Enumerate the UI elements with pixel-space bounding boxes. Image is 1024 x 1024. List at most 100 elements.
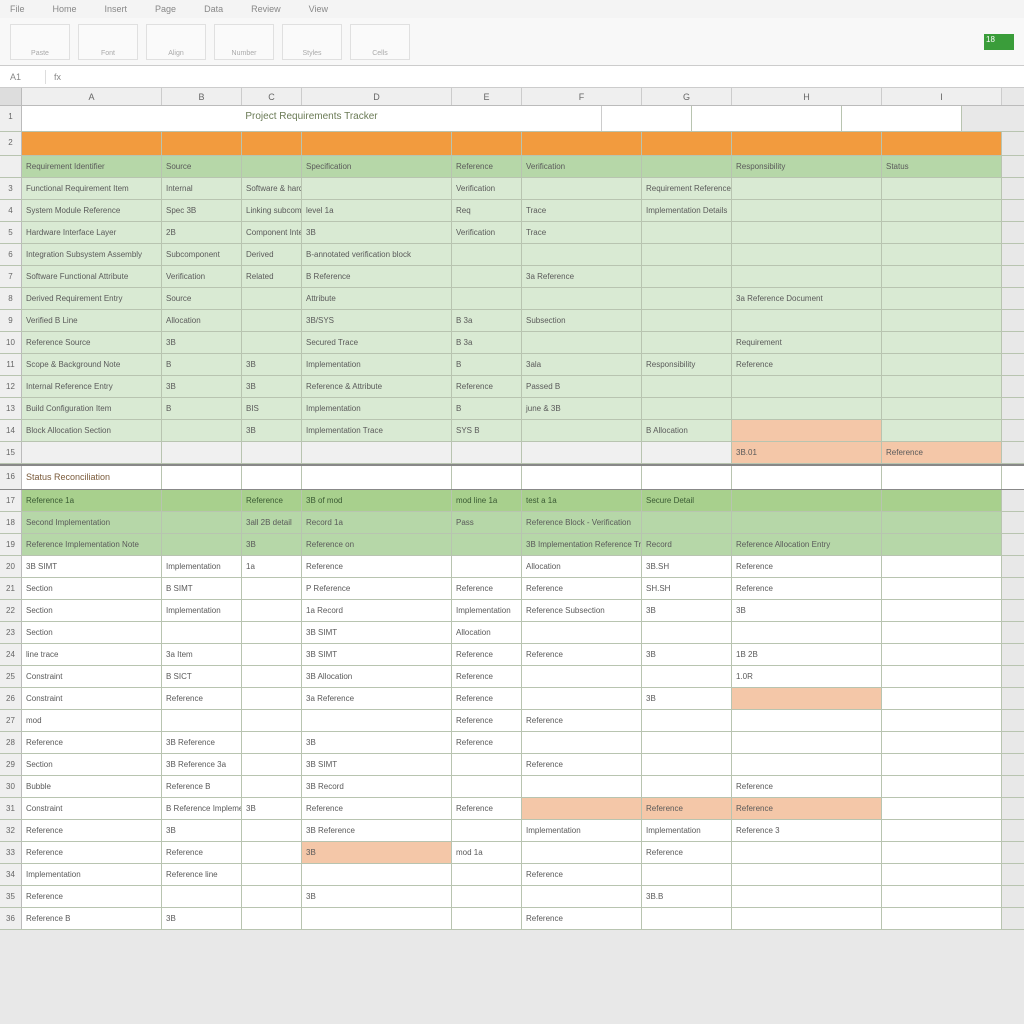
cell[interactable] (642, 332, 732, 353)
cell[interactable]: Section (22, 578, 162, 599)
cell[interactable]: B 3a (452, 332, 522, 353)
cell[interactable] (642, 864, 732, 885)
cell[interactable] (522, 886, 642, 907)
ribbon-cells[interactable]: Cells (350, 24, 410, 60)
col-header-g[interactable]: G (642, 88, 732, 105)
cell[interactable]: Reference (522, 864, 642, 885)
cell[interactable]: Attribute (302, 288, 452, 309)
cell[interactable]: test a 1a (522, 490, 642, 511)
ribbon-number[interactable]: Number (214, 24, 274, 60)
cell[interactable]: Reference (22, 732, 162, 753)
cell[interactable] (732, 222, 882, 243)
cell[interactable]: Hardware Interface Layer (22, 222, 162, 243)
cell[interactable] (882, 376, 1002, 397)
row-header[interactable]: 27 (0, 710, 22, 731)
cell[interactable]: Trace (522, 200, 642, 221)
cell[interactable]: Reference (452, 798, 522, 819)
cell[interactable]: Reference & Attribute (302, 376, 452, 397)
cell[interactable]: Pass (452, 512, 522, 533)
cell[interactable]: 3B (242, 420, 302, 441)
row-header[interactable]: 22 (0, 600, 22, 621)
cell[interactable]: 3B Reference 3a (162, 754, 242, 775)
cell[interactable]: System Module Reference (22, 200, 162, 221)
cell[interactable]: mod line 1a (452, 490, 522, 511)
row-header[interactable]: 3 (0, 178, 22, 199)
cell[interactable]: Reference (522, 644, 642, 665)
cell[interactable]: Reference on (302, 534, 452, 555)
cell[interactable]: BIS (242, 398, 302, 419)
cell[interactable] (882, 886, 1002, 907)
menu-data[interactable]: Data (204, 4, 223, 14)
cell[interactable]: Bubble (22, 776, 162, 797)
cell[interactable]: 3all 2B detail (242, 512, 302, 533)
cell[interactable] (882, 398, 1002, 419)
hdr-ref[interactable]: Reference (452, 156, 522, 177)
hdr-req-id[interactable]: Requirement Identifier (22, 156, 162, 177)
cell[interactable]: Trace (522, 222, 642, 243)
cell[interactable]: Constraint (22, 798, 162, 819)
cell[interactable] (882, 776, 1002, 797)
cell[interactable] (162, 512, 242, 533)
cell[interactable] (882, 512, 1002, 533)
cell[interactable] (522, 842, 642, 863)
cell[interactable]: line trace (22, 644, 162, 665)
cell[interactable]: Reference (452, 644, 522, 665)
row-header[interactable]: 11 (0, 354, 22, 375)
cell[interactable]: 3B (302, 222, 452, 243)
cell[interactable]: Reference 1a (22, 490, 162, 511)
ribbon-font[interactable]: Font (78, 24, 138, 60)
row-header[interactable]: 19 (0, 534, 22, 555)
cell[interactable]: B Reference Implementation (162, 798, 242, 819)
cell[interactable] (452, 556, 522, 577)
cell[interactable] (642, 310, 732, 331)
cell[interactable] (882, 798, 1002, 819)
cell[interactable] (242, 842, 302, 863)
row-header[interactable]: 4 (0, 200, 22, 221)
cell[interactable] (732, 398, 882, 419)
cell[interactable] (452, 908, 522, 929)
row-header[interactable]: 2 (0, 132, 22, 155)
cell[interactable]: Reference B (22, 908, 162, 929)
cell[interactable] (452, 244, 522, 265)
cell[interactable]: 3B (732, 600, 882, 621)
cell[interactable] (732, 908, 882, 929)
cell[interactable] (642, 776, 732, 797)
cell[interactable]: Secure Detail (642, 490, 732, 511)
cell[interactable]: Reference B (162, 776, 242, 797)
cell[interactable] (882, 200, 1002, 221)
cell[interactable]: Implementation (162, 600, 242, 621)
cell[interactable] (452, 776, 522, 797)
row-header[interactable]: 23 (0, 622, 22, 643)
cell[interactable] (162, 534, 242, 555)
cell[interactable]: Reference (162, 688, 242, 709)
cell[interactable] (162, 420, 242, 441)
cell[interactable] (882, 578, 1002, 599)
row-header[interactable]: 25 (0, 666, 22, 687)
cell[interactable] (642, 244, 732, 265)
cell[interactable]: 3B Reference (302, 820, 452, 841)
cell[interactable]: 3B Allocation (302, 666, 452, 687)
cell[interactable] (732, 732, 882, 753)
cell[interactable] (642, 512, 732, 533)
row-header[interactable]: 31 (0, 798, 22, 819)
hdr-spec[interactable]: Specification (302, 156, 452, 177)
cell[interactable]: Req (452, 200, 522, 221)
cell[interactable] (22, 442, 162, 463)
row-header[interactable]: 16 (0, 466, 22, 489)
cell[interactable] (242, 776, 302, 797)
cell[interactable] (732, 266, 882, 287)
cell[interactable]: Verification (162, 266, 242, 287)
cell[interactable]: Reference (452, 666, 522, 687)
cell[interactable] (642, 442, 732, 463)
cell[interactable]: B (162, 354, 242, 375)
cell[interactable] (882, 288, 1002, 309)
cell[interactable]: Section (22, 600, 162, 621)
cell[interactable] (452, 266, 522, 287)
cell[interactable] (732, 754, 882, 775)
cell[interactable]: 3B (302, 842, 452, 863)
row-header[interactable]: 33 (0, 842, 22, 863)
cell[interactable] (162, 622, 242, 643)
cell[interactable]: B SICT (162, 666, 242, 687)
cell[interactable] (162, 886, 242, 907)
cell[interactable] (882, 710, 1002, 731)
